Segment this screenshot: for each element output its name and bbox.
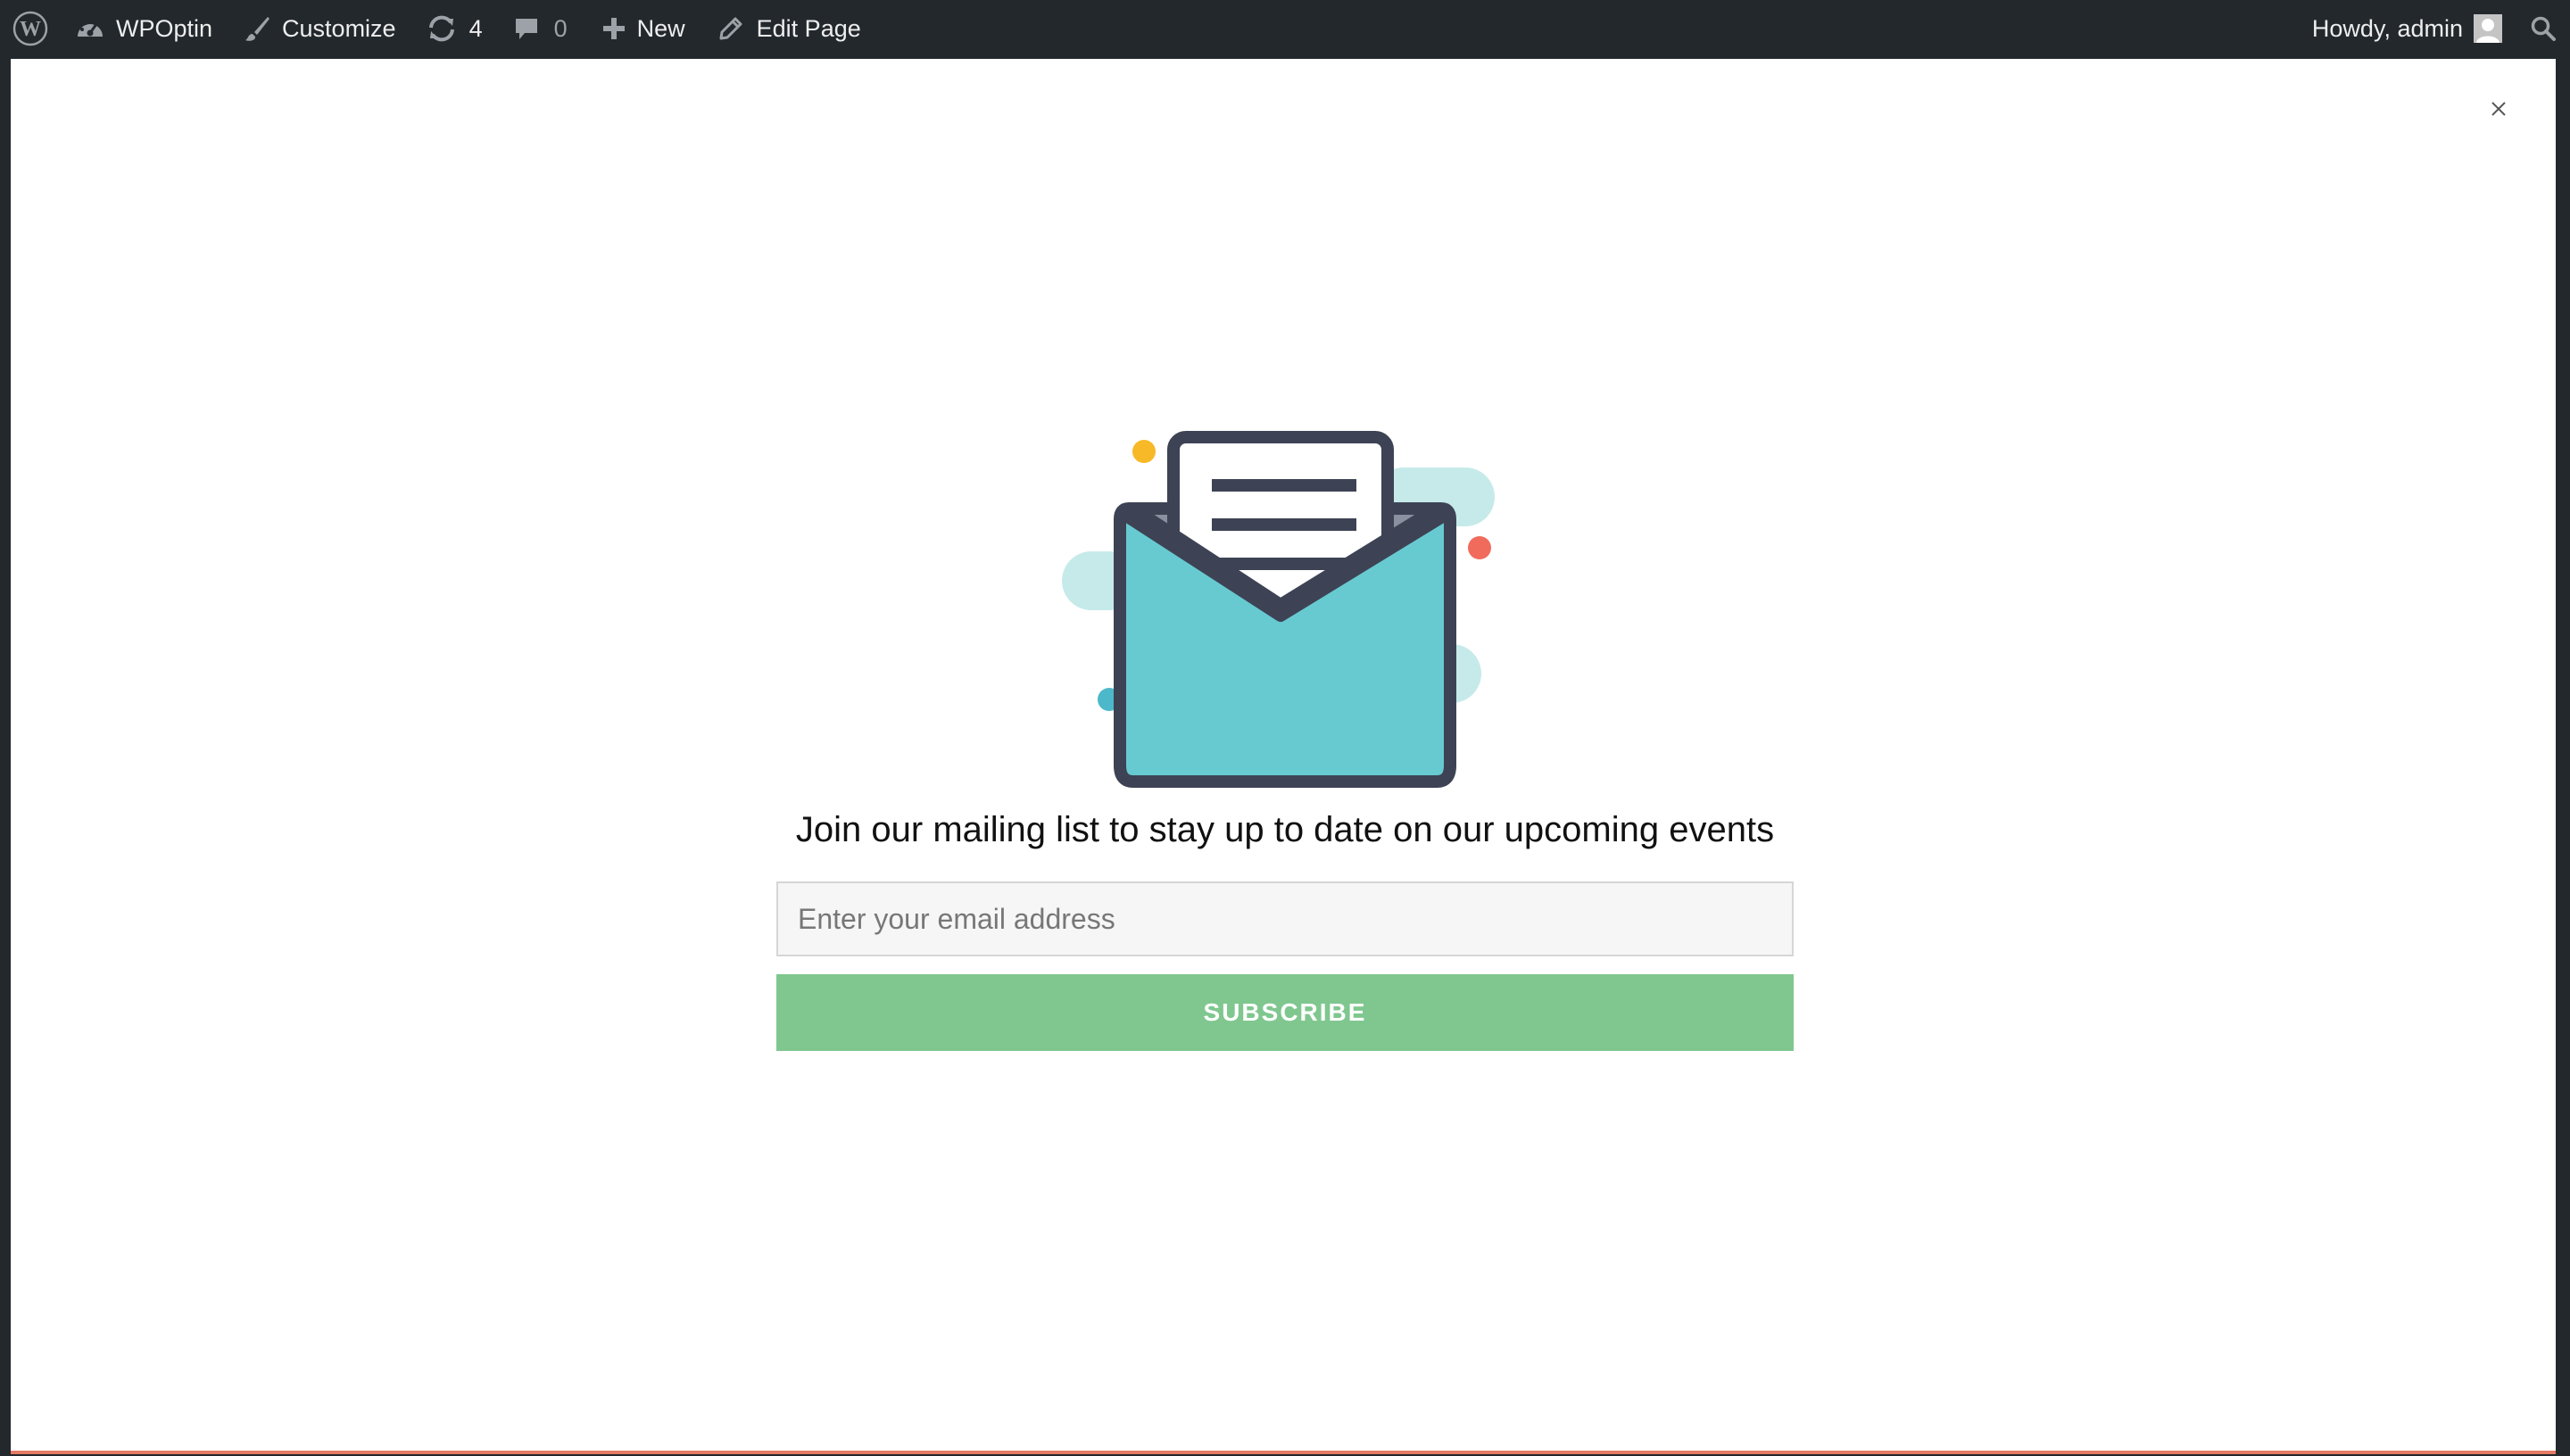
updates-icon <box>428 15 454 42</box>
updates-link[interactable]: 4 <box>427 0 483 57</box>
admin-bar-left: W WPOptin Customize 4 0 New Edit Page <box>0 0 861 57</box>
admin-bar: W WPOptin Customize 4 0 New Edit Page Ho… <box>0 0 2570 57</box>
optin-page: Join our mailing list to stay up to date… <box>11 59 2556 1454</box>
new-label: New <box>636 14 685 42</box>
admin-search-button[interactable] <box>2516 0 2570 57</box>
site-name-menu[interactable]: WPOptin <box>75 0 212 57</box>
svg-text:W: W <box>20 18 41 41</box>
pencil-icon <box>719 17 742 40</box>
customize-link[interactable]: Customize <box>243 0 396 57</box>
dot-yellow <box>1132 440 1156 463</box>
search-icon <box>2531 16 2556 41</box>
site-name-label: WPOptin <box>116 14 213 42</box>
admin-bar-right: Howdy, admin <box>2312 0 2570 57</box>
howdy-label: Howdy, admin <box>2311 14 2463 42</box>
email-input[interactable] <box>776 881 1794 956</box>
comments-count: 0 <box>553 14 568 42</box>
wordpress-logo-menu[interactable]: W <box>2 0 59 57</box>
avatar <box>2474 14 2502 43</box>
comments-link[interactable]: 0 <box>513 0 568 57</box>
optin-headline: Join our mailing list to stay up to date… <box>795 810 1775 849</box>
paintbrush-icon <box>245 17 270 41</box>
close-icon <box>2491 102 2506 116</box>
new-content-menu[interactable]: New <box>601 0 685 57</box>
wordpress-icon: W <box>12 11 48 46</box>
my-account-menu[interactable]: Howdy, admin <box>2312 0 2502 57</box>
edit-page-link[interactable]: Edit Page <box>717 0 861 57</box>
dashboard-icon <box>78 20 103 37</box>
close-button[interactable] <box>2481 91 2516 127</box>
subscribe-button[interactable]: SUBSCRIBE <box>776 974 1794 1051</box>
updates-count: 4 <box>468 14 483 42</box>
user-silhouette-icon <box>2476 19 2500 43</box>
plus-icon <box>602 18 625 39</box>
dot-red <box>1468 536 1491 559</box>
comment-bubble-icon <box>515 19 537 39</box>
open-envelope-with-letter-icon <box>1062 431 1495 788</box>
edit-page-label: Edit Page <box>756 14 861 42</box>
customize-label: Customize <box>282 14 396 42</box>
